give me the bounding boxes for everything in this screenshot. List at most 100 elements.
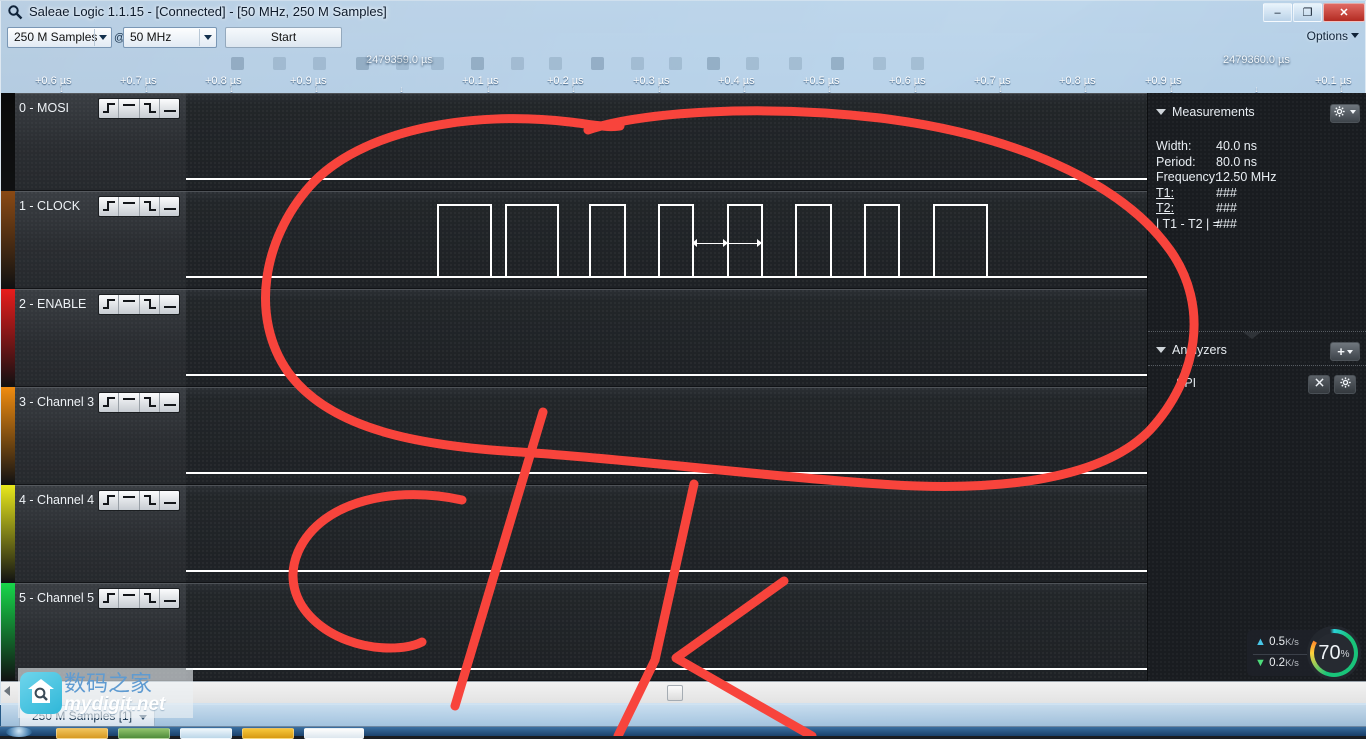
ghost-toolbar-icon: [511, 57, 524, 70]
trigger-high-level-icon[interactable]: [119, 491, 140, 510]
channel-trigger-selector[interactable]: [98, 392, 180, 413]
channel-color-strip: [1, 387, 15, 485]
watermark-english-text: mydigit.net: [64, 694, 166, 715]
ruler-tick-label: +0.4 µs: [718, 75, 755, 87]
sample-rate-dropdown[interactable]: 50 MHz: [123, 27, 217, 48]
analyzer-item-spi[interactable]: SPI: [1148, 371, 1366, 399]
sample-count-value: 250 M Samples: [14, 30, 98, 44]
trigger-low-level-icon[interactable]: [160, 197, 179, 216]
trigger-low-level-icon[interactable]: [160, 99, 179, 118]
trigger-high-level-icon[interactable]: [119, 197, 140, 216]
channel-row-4[interactable]: 4 - Channel 4: [1, 485, 186, 583]
ghost-toolbar-icon: [591, 57, 604, 70]
trigger-falling-edge-icon[interactable]: [140, 99, 160, 118]
panel-resize-handle[interactable]: [1243, 332, 1261, 339]
channel-row-0[interactable]: 0 - MOSI: [1, 93, 186, 191]
measurement-key[interactable]: T2:: [1156, 201, 1174, 215]
trigger-rising-edge-icon[interactable]: [99, 589, 120, 608]
close-button[interactable]: ✕: [1323, 3, 1365, 22]
clock-high-segment: [795, 204, 832, 206]
analyzer-name: SPI: [1176, 376, 1197, 390]
trigger-rising-edge-icon[interactable]: [99, 491, 120, 510]
trigger-low-level-icon[interactable]: [160, 393, 179, 412]
analyzer-settings-button[interactable]: [1334, 375, 1356, 394]
house-search-icon: [28, 679, 54, 703]
trigger-rising-edge-icon[interactable]: [99, 99, 120, 118]
taskbar-item-5[interactable]: [304, 728, 364, 739]
channel-body: 3 - Channel 3: [15, 387, 186, 485]
maximize-button[interactable]: ❐: [1293, 3, 1322, 22]
measurements-header[interactable]: Measurements: [1148, 101, 1366, 127]
channel-row-1[interactable]: 1 - CLOCK: [1, 191, 186, 289]
options-menu[interactable]: Options: [1307, 29, 1359, 43]
chevron-down-icon: [1351, 33, 1359, 38]
analyzer-remove-button[interactable]: [1308, 375, 1330, 394]
gauge-percent-value: 70: [1318, 642, 1341, 664]
channel-color-strip: [1, 289, 15, 387]
scroll-left-arrow-icon[interactable]: [4, 686, 10, 696]
time-ruler[interactable]: 2479359.0 µs 2479360.0 µs +0.6 µs ↓ +0.7 µ…: [1, 53, 1366, 93]
magnifier-icon: [8, 5, 23, 20]
channel-name-label: 0 - MOSI: [19, 101, 70, 115]
trigger-rising-edge-icon[interactable]: [99, 295, 120, 314]
channel-trigger-selector[interactable]: [98, 588, 180, 609]
measurement-value: ###: [1216, 216, 1237, 231]
trigger-rising-edge-icon[interactable]: [99, 393, 120, 412]
trigger-high-level-icon[interactable]: [119, 393, 140, 412]
trigger-rising-edge-icon[interactable]: [99, 197, 120, 216]
channel-trigger-selector[interactable]: [98, 294, 180, 315]
ghost-toolbar-icon: [789, 57, 802, 70]
channel-trigger-selector[interactable]: [98, 98, 180, 119]
ruler-tick-label: +0.6 µs: [35, 75, 72, 87]
trigger-falling-edge-icon[interactable]: [140, 393, 160, 412]
ghost-toolbar-icon: [231, 57, 244, 70]
taskbar-item-1[interactable]: [56, 728, 108, 739]
channel-body: 4 - Channel 4: [15, 485, 186, 583]
trigger-high-level-icon[interactable]: [119, 589, 140, 608]
trigger-falling-edge-icon[interactable]: [140, 491, 160, 510]
clock-falling-edge: [490, 204, 492, 277]
usage-gauge: 70%: [1307, 626, 1361, 680]
network-speed-widget[interactable]: ▲ 0.5K/s ▼ 0.2K/s 70%: [1247, 626, 1366, 680]
trigger-low-level-icon[interactable]: [160, 295, 179, 314]
measurement-key: Period:: [1156, 154, 1196, 169]
channel-row-3[interactable]: 3 - Channel 3: [1, 387, 186, 485]
ghost-toolbar-icon: [873, 57, 886, 70]
start-button[interactable]: Start: [225, 27, 342, 48]
minimize-button[interactable]: –: [1263, 3, 1292, 22]
scrollbar-thumb[interactable]: [667, 685, 683, 701]
horizontal-scrollbar[interactable]: [1, 681, 1366, 703]
add-analyzer-button[interactable]: +: [1330, 342, 1360, 361]
ruler-tick-label: +0.7 µs: [120, 75, 157, 87]
windows-taskbar[interactable]: [0, 726, 1366, 739]
taskbar-item-4[interactable]: [242, 728, 294, 739]
channel-body: 5 - Channel 5: [15, 583, 186, 681]
channel-color-strip: [1, 583, 15, 681]
ghost-toolbar-icon: [631, 57, 644, 70]
trigger-high-level-icon[interactable]: [119, 99, 140, 118]
ruler-tick-mark: ↓: [1254, 84, 1259, 94]
taskbar-item-2[interactable]: [118, 728, 170, 739]
measure-arrow-right: [757, 239, 762, 247]
channel-name-label: 1 - CLOCK: [19, 199, 81, 213]
clock-high-segment: [437, 204, 492, 206]
channel-row-2[interactable]: 2 - ENABLE: [1, 289, 186, 387]
clock-high-segment: [727, 204, 763, 206]
channel-trigger-selector[interactable]: [98, 196, 180, 217]
sample-count-dropdown[interactable]: 250 M Samples: [7, 27, 112, 48]
measurement-key[interactable]: T1:: [1156, 186, 1174, 200]
channel-trigger-selector[interactable]: [98, 490, 180, 511]
trigger-high-level-icon[interactable]: [119, 295, 140, 314]
trigger-falling-edge-icon[interactable]: [140, 589, 160, 608]
analyzers-header[interactable]: Analyzers +: [1148, 339, 1366, 365]
measurements-settings-button[interactable]: [1330, 104, 1360, 123]
channel-row-5[interactable]: 5 - Channel 5: [1, 583, 186, 681]
trigger-low-level-icon[interactable]: [160, 491, 179, 510]
ruler-tick-mark: ↓: [657, 84, 662, 94]
taskbar-item-3[interactable]: [180, 728, 232, 739]
trigger-low-level-icon[interactable]: [160, 589, 179, 608]
trigger-falling-edge-icon[interactable]: [140, 197, 160, 216]
clock-rising-edge: [658, 204, 660, 277]
ruler-tick-mark: ↓: [1339, 84, 1344, 94]
trigger-falling-edge-icon[interactable]: [140, 295, 160, 314]
